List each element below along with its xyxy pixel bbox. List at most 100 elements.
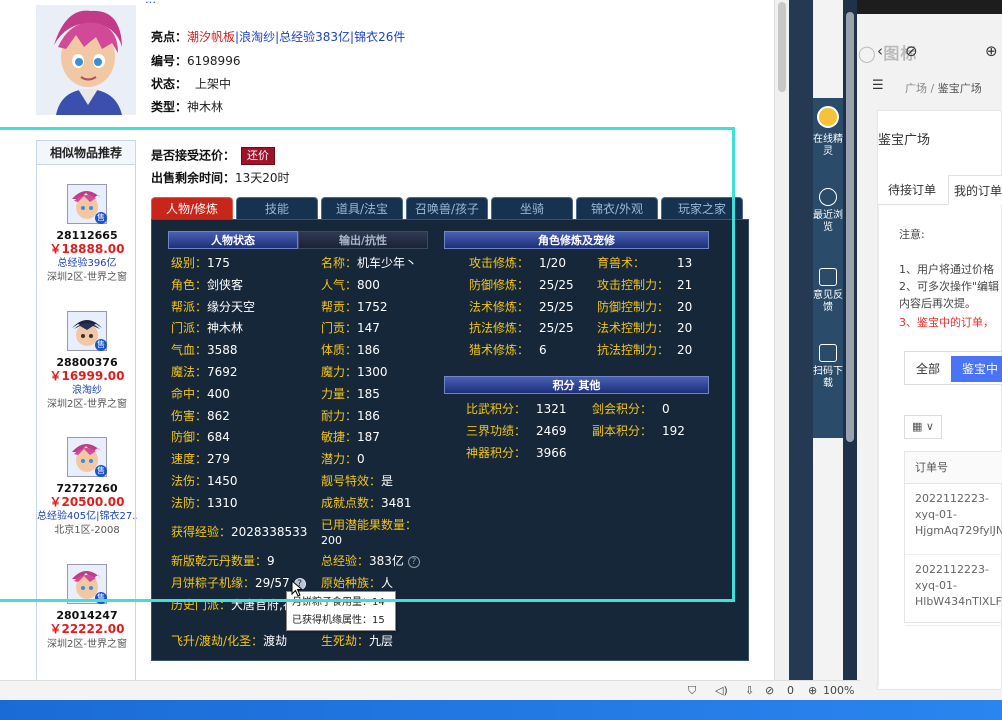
scan-icon	[819, 344, 837, 362]
similar-item-thumb[interactable]: 售	[67, 311, 107, 351]
header-output-resist[interactable]: 输出/抗性	[298, 231, 428, 249]
link-icon[interactable]: ⊘	[905, 42, 918, 60]
tooltip-line: 月饼粽子食用量：14	[292, 597, 385, 608]
stat-row: 体质：186	[321, 343, 380, 357]
stat-key: 伤害：	[171, 408, 208, 423]
similar-item-highlight[interactable]: 浪淘纱	[37, 384, 137, 397]
sale-badge-icon: 售	[95, 339, 107, 351]
similar-item[interactable]: 售 72727260 ￥20500.00 总经验405亿|锦衣27… 北京1区-…	[37, 437, 137, 537]
tab-mounts[interactable]: 坐骑	[491, 197, 573, 219]
stat-value: 剑侠客	[207, 277, 244, 292]
highlight-2[interactable]: 浪淘纱	[239, 30, 275, 44]
similar-item-thumb[interactable]: 售	[67, 564, 107, 604]
stat-row: 耐力：186	[321, 409, 380, 423]
menu-collapse-icon[interactable]: ☰	[872, 78, 884, 93]
help-icon[interactable]: ?	[407, 555, 420, 568]
shield-icon[interactable]: ⛉	[688, 684, 696, 698]
stat-value: 1310	[207, 495, 238, 510]
similar-item[interactable]: 售 28014247 ￥22222.00 深圳2区-世界之窗	[37, 564, 137, 651]
tab-pending-orders[interactable]: 待接订单	[878, 175, 946, 205]
column-settings-button[interactable]: ▦ ∨	[904, 415, 942, 439]
stat-key: 力量：	[321, 386, 358, 401]
stat-value: 7692	[207, 365, 238, 379]
tab-character[interactable]: 人物/修炼	[151, 197, 233, 219]
tool-label: 意见反馈	[813, 290, 843, 313]
race-row: 原始种族：人	[321, 576, 394, 590]
tab-pets[interactable]: 召唤兽/孩子	[406, 197, 488, 219]
floating-toolbar: 在线精灵 最近浏览 意见反馈 扫码下载	[813, 98, 843, 438]
stat-value: 187	[357, 430, 380, 445]
stat-key: 魔力：	[321, 365, 358, 379]
table-row[interactable]: 2022112223- xyq-01- HlbW434nTlXLFI	[905, 556, 1002, 626]
similar-item-thumb[interactable]: 售	[67, 437, 107, 477]
similar-item-thumb[interactable]: 售	[67, 184, 107, 224]
speaker-icon[interactable]: ◁)	[715, 684, 728, 697]
panel-scrollbar[interactable]	[843, 0, 857, 680]
stat-key: 抗法控制力：	[597, 343, 670, 358]
card-title: 鉴宝广场	[878, 133, 931, 148]
similar-item-highlight[interactable]: 总经验405亿|锦衣27…	[37, 510, 137, 523]
scan-download-button[interactable]: 扫码下载	[813, 344, 843, 390]
breadcrumb-item[interactable]: 鉴宝广场	[938, 82, 982, 95]
download-icon[interactable]: ⇩	[745, 684, 754, 697]
breadcrumb-item[interactable]: 广场	[905, 82, 927, 95]
edit-icon	[819, 268, 837, 286]
filter-appraising[interactable]: 鉴宝中	[951, 356, 1002, 382]
tooltip-line: 已获得机缘属性：15	[292, 615, 385, 626]
feedback-button[interactable]: 意见反馈	[813, 268, 843, 314]
stat-row: 抗法控制力： 20	[597, 343, 692, 357]
similar-item-highlight[interactable]: 总经验396亿	[37, 257, 137, 270]
stat-row: 气血：3588	[171, 343, 238, 357]
stat-row: 敏捷：187	[321, 430, 380, 444]
stat-row: 防御控制力： 20	[597, 300, 692, 314]
similar-item-id: 72727260	[56, 482, 118, 495]
stat-key: 速度：	[171, 452, 208, 467]
stat-value: 862	[207, 408, 230, 423]
stat-row: 成就点数：3481	[321, 496, 412, 510]
character-avatar	[36, 5, 136, 115]
side-gutter	[789, 0, 813, 680]
stat-value: 缘分天空	[207, 299, 256, 314]
tab-home[interactable]: 玩家之家	[661, 197, 743, 219]
scrollbar-thumb[interactable]	[778, 2, 786, 92]
page-scrollbar[interactable]	[774, 0, 788, 680]
block-icon[interactable]: ⊘	[765, 684, 774, 697]
stat-value: 192	[662, 423, 685, 438]
similar-item[interactable]: 售 28112665 ￥18888.00 总经验396亿 深圳2区-世界之窗	[37, 184, 137, 284]
similar-item-server: 深圳2区-世界之窗	[47, 639, 127, 650]
order-tabs: 待接订单 我的订单	[878, 175, 1002, 205]
highlight-3[interactable]: 总经验383亿	[279, 30, 350, 44]
stat-key: 人气：	[321, 277, 358, 292]
tab-appearance[interactable]: 锦衣/外观	[576, 197, 658, 219]
table-row[interactable]: 2022112223- xyq-01- HjgmAq729fylJN	[905, 485, 1002, 555]
notice-title: 注意:	[899, 228, 925, 241]
globe-icon[interactable]: ⊕	[985, 42, 998, 60]
similar-item[interactable]: 售 28800376 ￥16999.00 浪淘纱 深圳2区-世界之窗	[37, 311, 137, 411]
id-row: 编号：6198996	[151, 54, 241, 68]
stat-value: 800	[357, 277, 380, 292]
highlight-1[interactable]: 潮汐帆板	[187, 30, 235, 44]
clock-icon	[819, 188, 837, 206]
stat-value: 186	[357, 408, 380, 423]
online-assistant-button[interactable]: 在线精灵	[813, 106, 843, 158]
stat-value: 2469	[536, 423, 567, 438]
similar-item-id: 28800376	[56, 356, 118, 369]
zoom-level[interactable]: 100%	[823, 684, 854, 697]
tab-my-orders[interactable]: 我的订单	[948, 175, 1002, 205]
potential-used-row: 已用潜能果数量： 200	[321, 518, 418, 547]
chevron-left-icon[interactable]: ‹	[877, 42, 883, 60]
zoom-icon[interactable]: ⊕	[808, 684, 817, 697]
filter-all[interactable]: 全部	[909, 356, 947, 382]
tab-skills[interactable]: 技能	[236, 197, 318, 219]
ascend-row: 飞升/渡劫/化圣：渡劫	[171, 634, 288, 648]
stat-key: 法防：	[171, 495, 208, 510]
counter-offer-button[interactable]: 还价	[241, 147, 276, 165]
similar-item-price: ￥18888.00	[49, 242, 125, 256]
recent-browse-button[interactable]: 最近浏览	[813, 188, 843, 234]
highlight-4[interactable]: 锦衣26件	[354, 30, 405, 44]
similar-item-server: 深圳2区-世界之窗	[47, 399, 127, 410]
scrollbar-thumb[interactable]	[846, 12, 854, 442]
tab-items[interactable]: 道具/法宝	[321, 197, 403, 219]
similar-item-id: 28014247	[56, 609, 118, 622]
stat-row: 命中：400	[171, 387, 230, 401]
